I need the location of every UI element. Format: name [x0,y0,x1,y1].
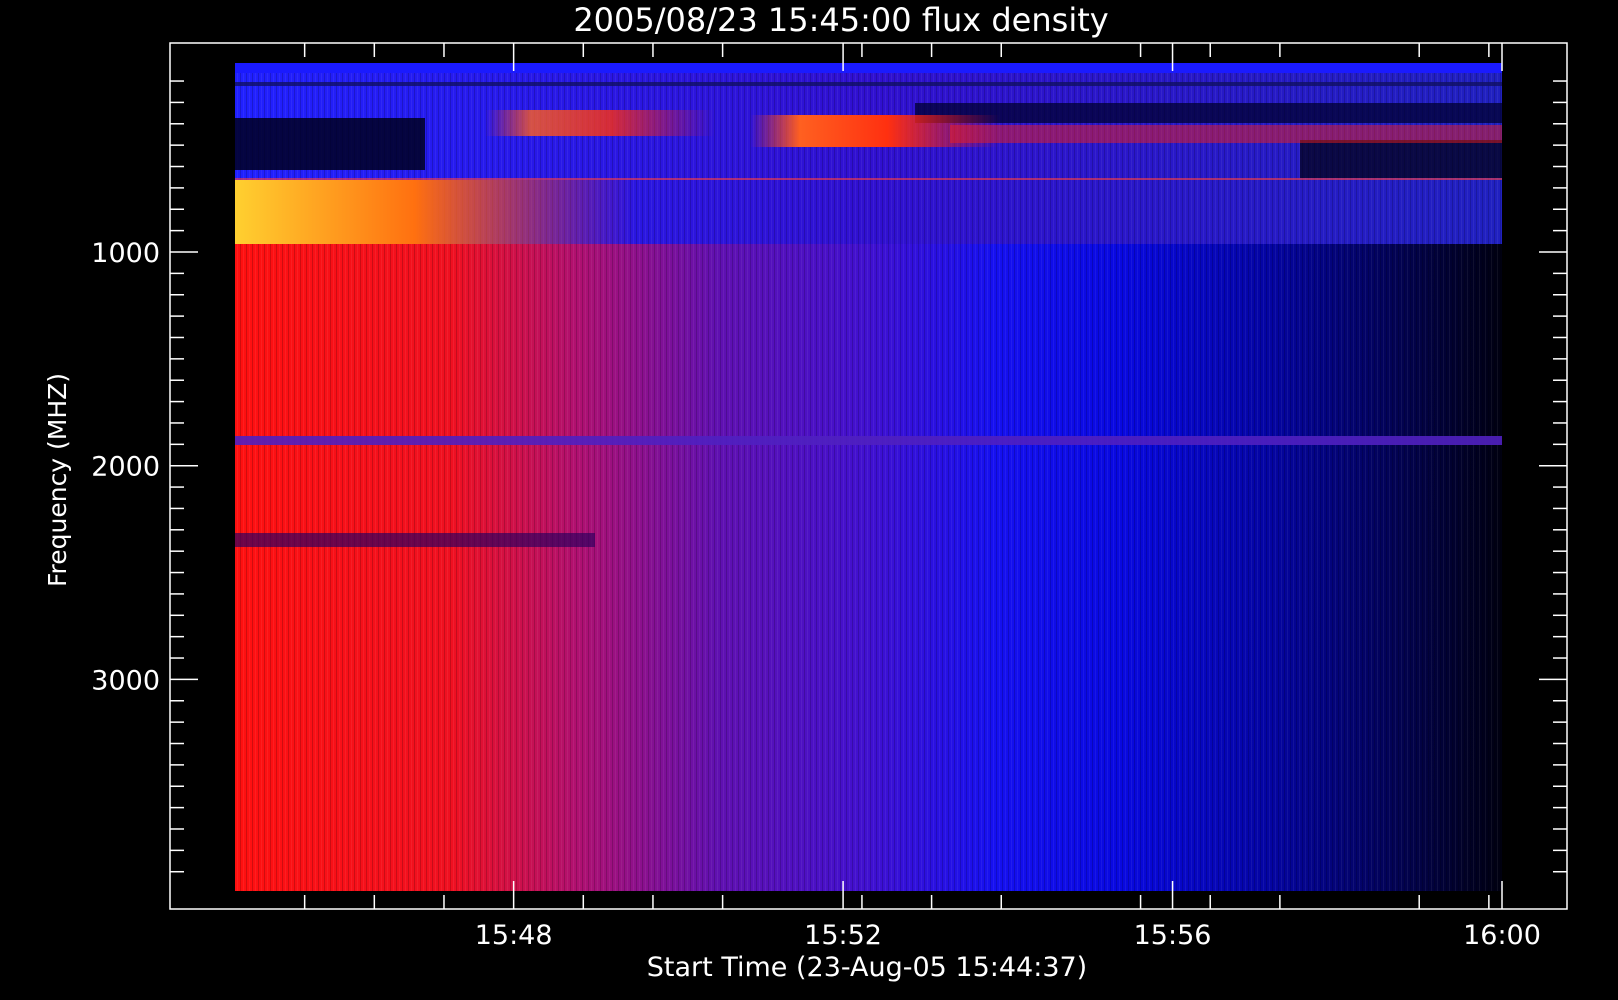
y-axis-tick-labels: 1000 2000 3000 [91,238,160,696]
y-tick-label: 3000 [91,665,160,696]
spectrogram-chart: 2005/08/23 15:45:00 flux density 15:48 15… [43,1,1568,983]
x-tick-label: 15:56 [1134,920,1212,951]
x-axis-label: Start Time (23-Aug-05 15:44:37) [647,952,1087,983]
x-axis-tick-labels: 15:48 15:52 15:56 16:00 [475,920,1541,951]
x-tick-label: 15:48 [475,920,553,951]
x-tick-label: 16:00 [1463,920,1541,951]
chart-title: 2005/08/23 15:45:00 flux density [573,1,1108,39]
y-tick-label: 2000 [91,452,160,483]
y-axis-label: Frequency (MHZ) [43,373,72,587]
x-tick-label: 15:52 [804,920,882,951]
y-tick-label: 1000 [91,238,160,269]
